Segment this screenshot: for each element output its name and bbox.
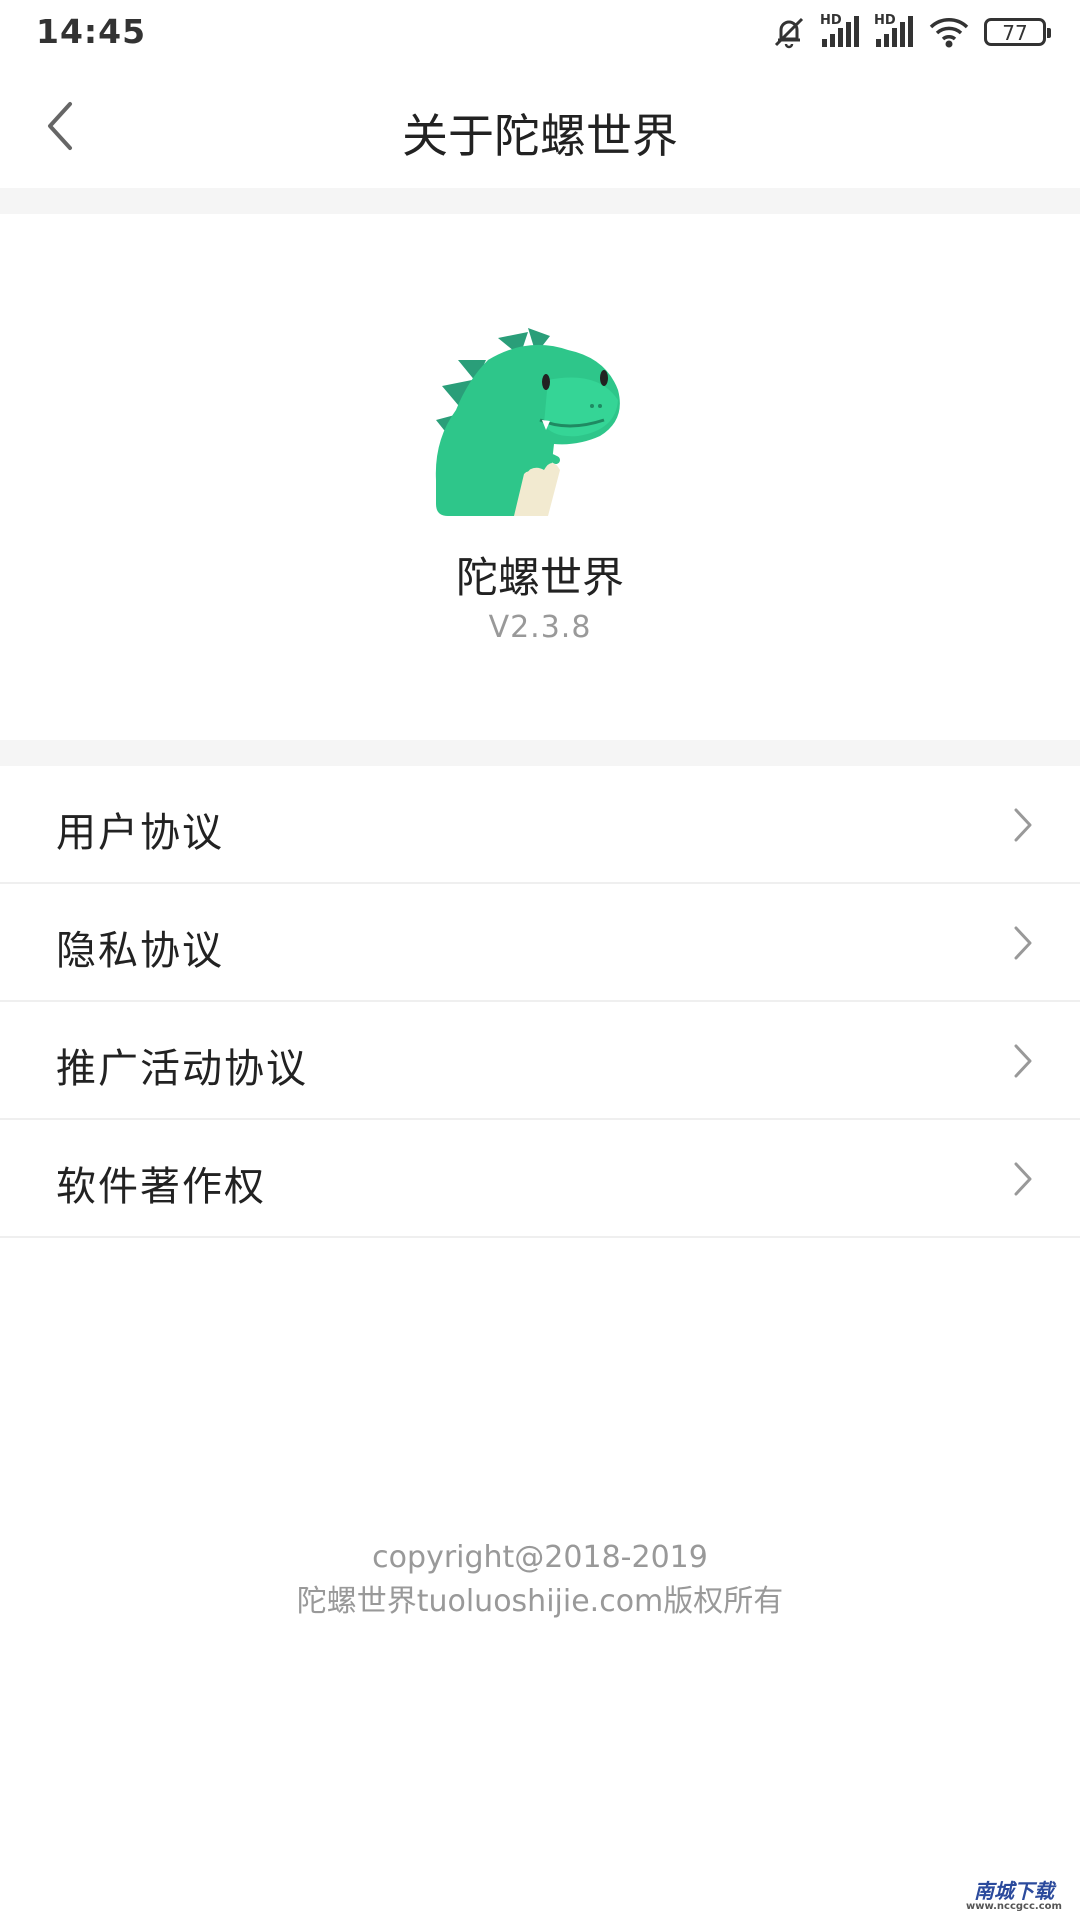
dinosaur-logo-icon [435,328,620,516]
menu-item-software-copyright[interactable]: 软件著作权 [0,1120,1080,1238]
status-time: 14:45 [36,12,147,51]
mute-bell-icon [774,17,804,49]
menu-item-label: 隐私协议 [56,928,224,974]
menu-list: 用户协议 隐私协议 推广活动协议 软件著作权 [0,766,1080,1238]
chevron-right-icon [1014,1162,1032,1196]
watermark-url: www.nccgcc.com [966,1901,1062,1912]
app-info: 陀螺世界 V2.3.8 [0,214,1080,740]
menu-item-user-agreement[interactable]: 用户协议 [0,766,1080,884]
app-name: 陀螺世界 [455,553,624,602]
app-version: V2.3.8 [488,610,592,645]
menu-item-promotion-agreement[interactable]: 推广活动协议 [0,1002,1080,1120]
chevron-right-icon [1014,926,1032,960]
menu-item-label: 推广活动协议 [56,1046,308,1092]
page-title: 关于陀螺世界 [402,109,678,163]
hd-signal-icon: HD [820,13,860,49]
menu-item-privacy-agreement[interactable]: 隐私协议 [0,884,1080,1002]
copyright-owner: 陀螺世界tuoluoshijie.com版权所有 [296,1584,784,1619]
section-divider [0,188,1080,214]
copyright-footer: copyright@2018-2019 陀螺世界tuoluoshijie.com… [0,1536,1080,1624]
section-divider [0,740,1080,766]
status-icons: HD HD 77 [772,12,1051,52]
battery-icon: 77 [984,18,1051,46]
hd-signal-icon: HD [874,13,914,49]
battery-level: 77 [1002,21,1028,45]
status-bar: 14:45 HD HD 77 [0,0,1080,64]
chevron-right-icon [1014,808,1032,842]
watermark: 南城下载 www.nccgcc.com [958,1880,1070,1914]
menu-item-label: 用户协议 [56,810,224,856]
wifi-icon [929,18,969,48]
chevron-right-icon [1014,1044,1032,1078]
copyright-line: copyright@2018-2019 [372,1540,708,1575]
header: 关于陀螺世界 [0,64,1080,188]
watermark-title: 南城下载 [974,1879,1054,1903]
menu-item-label: 软件著作权 [56,1164,266,1210]
